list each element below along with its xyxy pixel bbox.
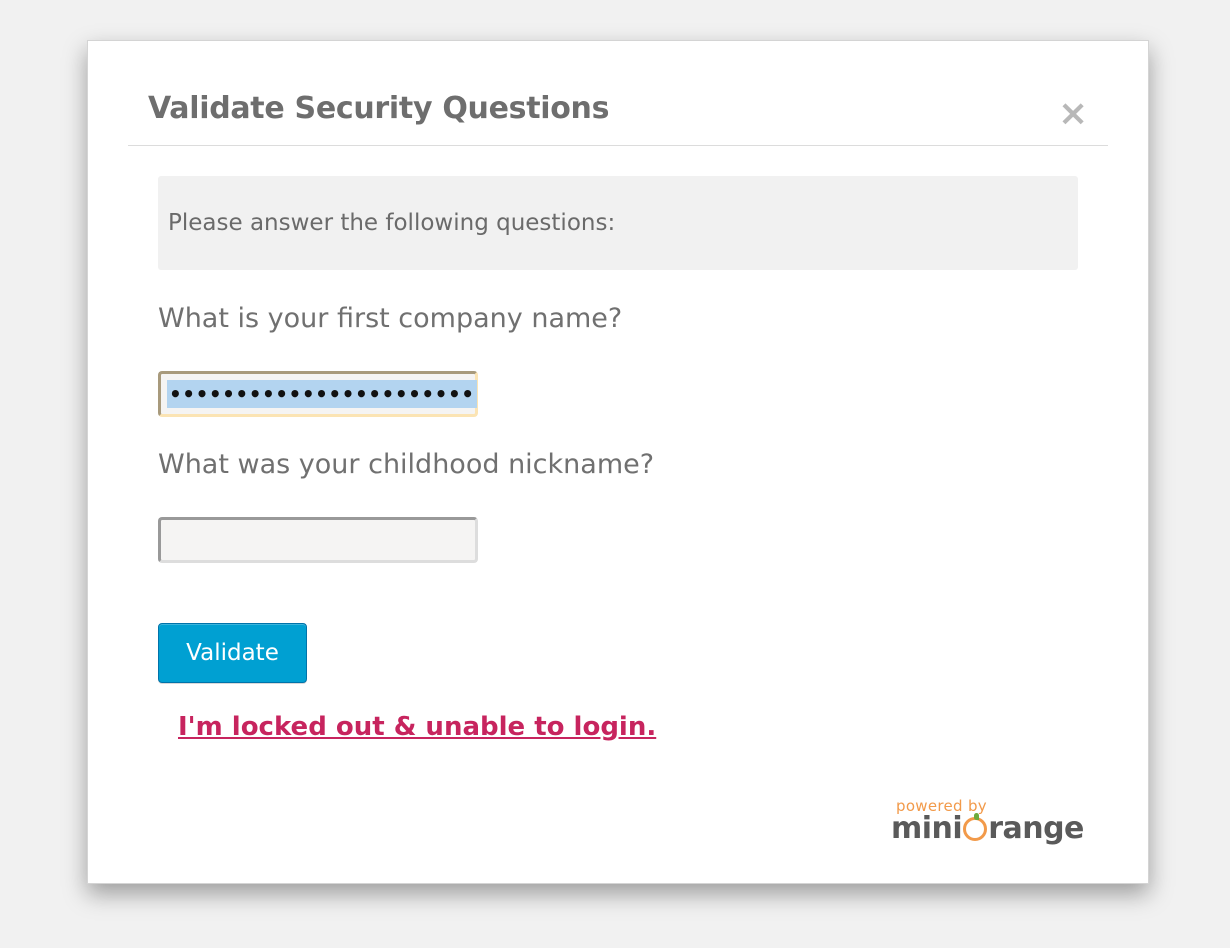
locked-out-link[interactable]: I'm locked out & unable to login. — [178, 712, 656, 742]
miniorange-logo: powered by mini range — [891, 797, 1084, 855]
dialog-header: Validate Security Questions × — [128, 81, 1108, 146]
answer-1-field[interactable]: ••••••••••••••••••••••• — [158, 371, 478, 417]
validate-button[interactable]: Validate — [158, 623, 307, 683]
instructions-box: Please answer the following questions: — [158, 176, 1078, 270]
answer-1-masked-value: ••••••••••••••••••••••• — [167, 380, 477, 408]
security-questions-dialog: Validate Security Questions × Please ans… — [87, 40, 1149, 884]
question-1-label: What is your first company name? — [158, 303, 623, 334]
question-2-label: What was your childhood nickname? — [158, 449, 655, 480]
dialog-title: Validate Security Questions — [148, 91, 610, 126]
brand-wordmark: mini range — [891, 811, 1084, 846]
orange-logo-icon — [963, 813, 988, 841]
answer-2-field[interactable] — [158, 517, 478, 563]
close-icon[interactable]: × — [1058, 96, 1088, 132]
